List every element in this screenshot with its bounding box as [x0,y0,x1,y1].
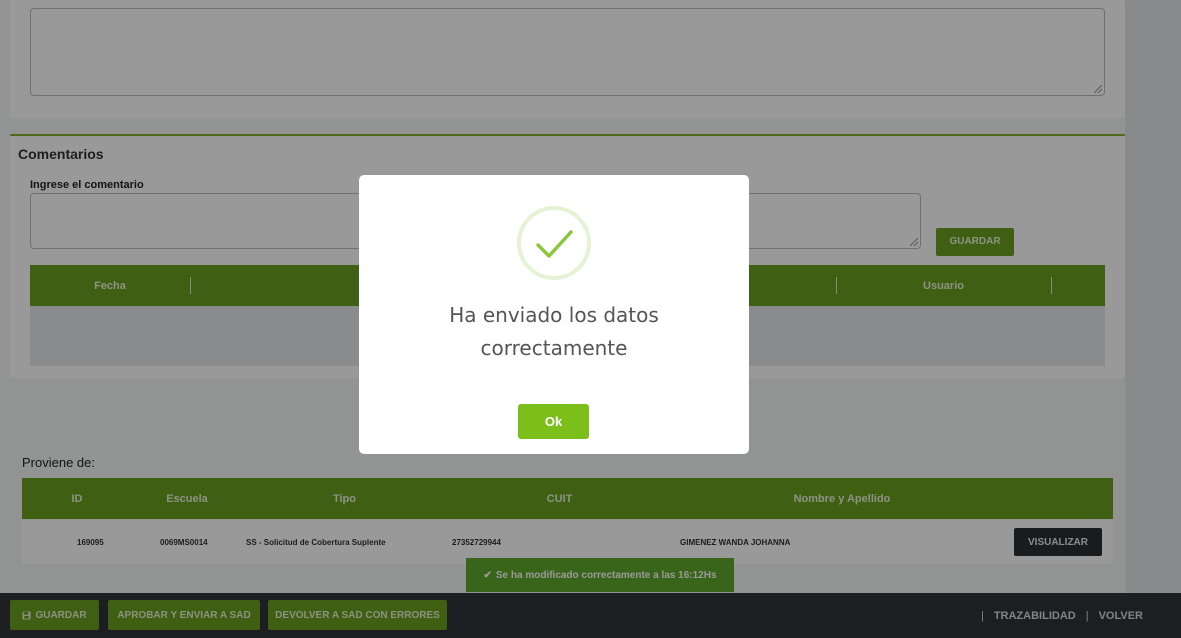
check-mark-icon [536,230,573,258]
success-check-icon [517,206,591,280]
success-dialog: Ha enviado los datos correctamente Ok [359,175,749,454]
ok-button[interactable]: Ok [518,404,589,439]
dialog-message: Ha enviado los datos correctamente [449,303,659,360]
